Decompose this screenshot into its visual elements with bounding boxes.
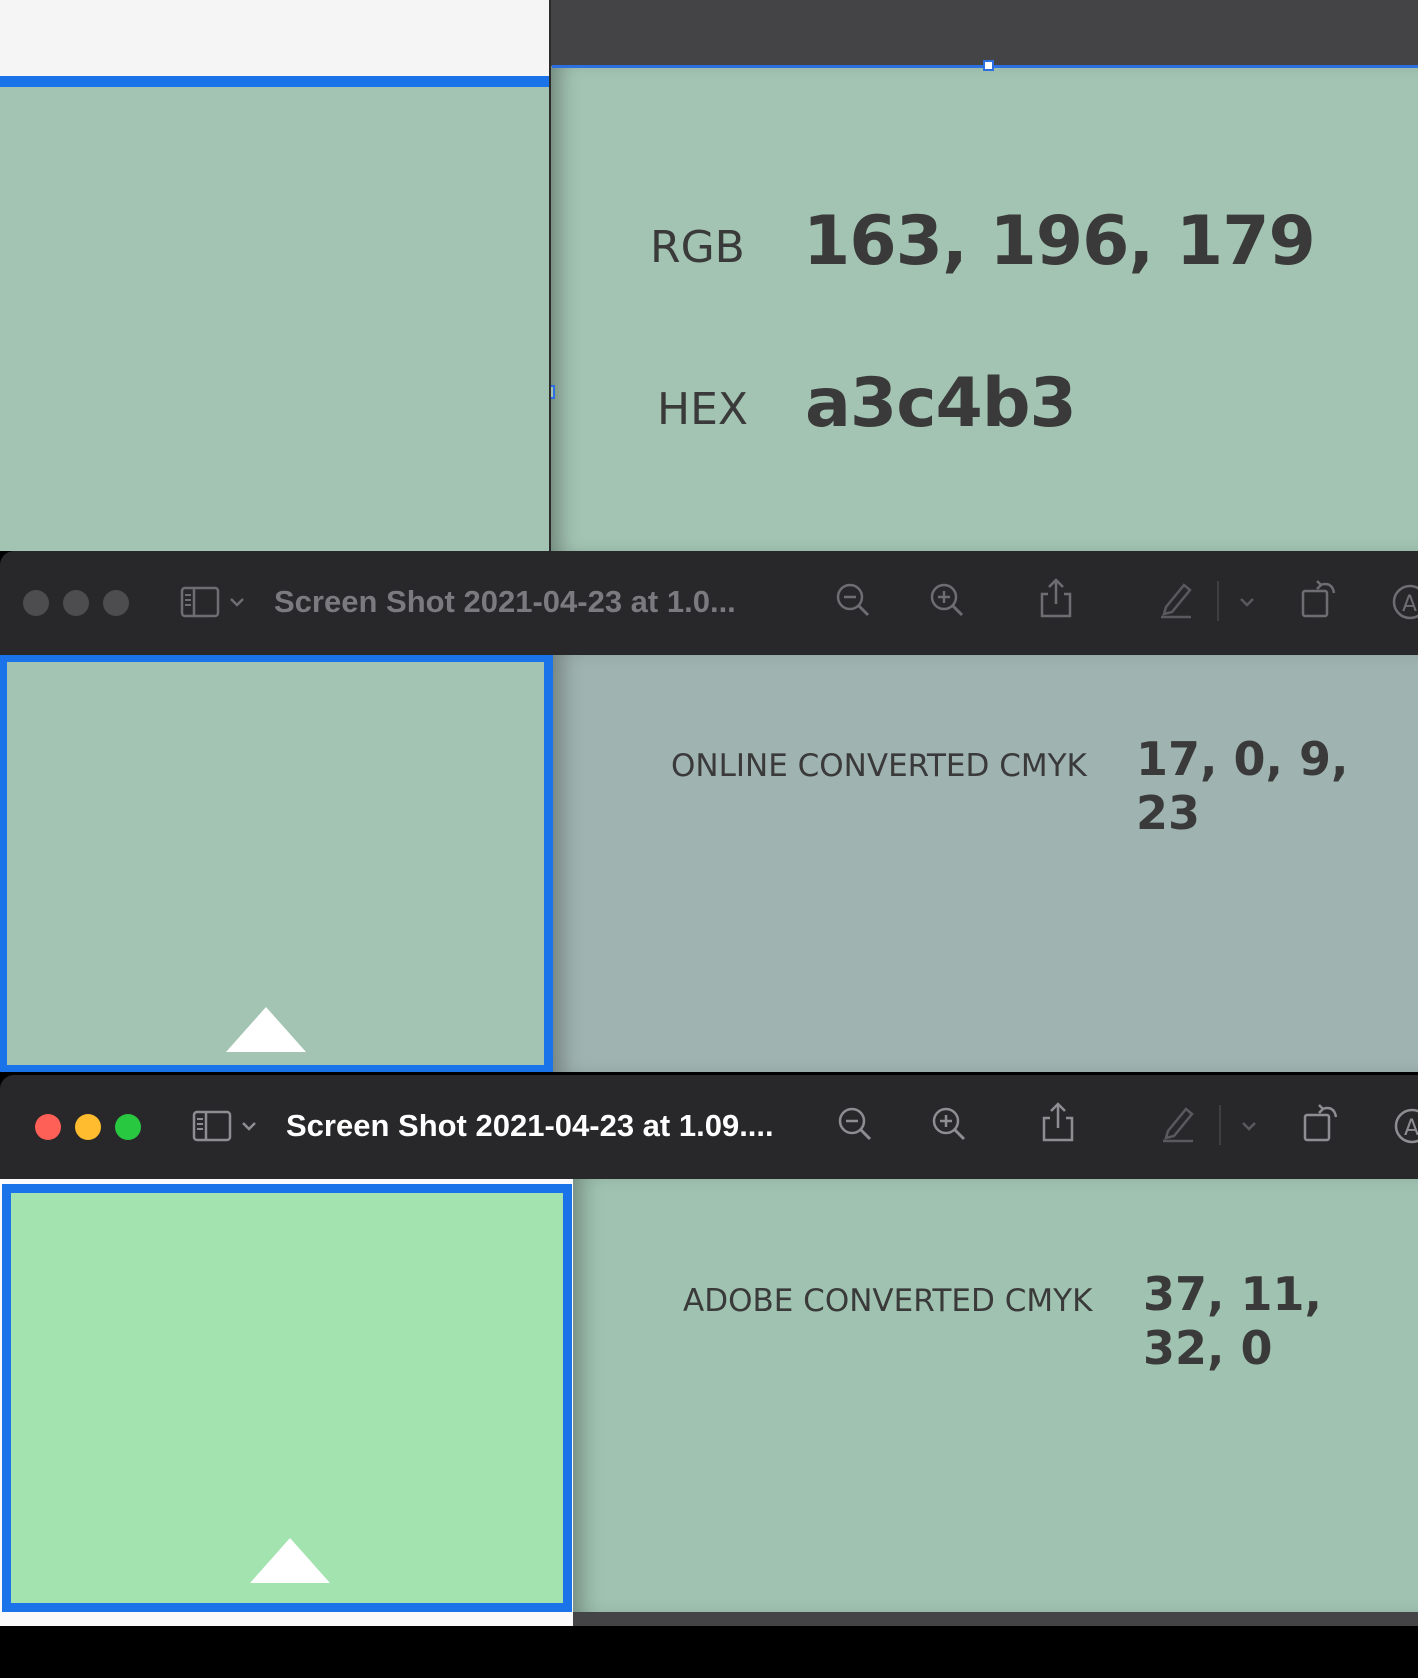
sidebar-icon[interactable] — [192, 1109, 232, 1143]
svg-text:A: A — [1404, 1116, 1418, 1141]
zoom-in-icon[interactable] — [928, 581, 966, 619]
markup-pen-icon[interactable] — [1158, 579, 1194, 619]
toolbar-separator — [1219, 1105, 1221, 1145]
adobe-cmyk-label: ADOBE CONVERTED CMYK — [683, 1283, 1093, 1319]
close-button[interactable] — [23, 590, 49, 616]
rotate-icon[interactable] — [1302, 1101, 1342, 1143]
annotate-icon[interactable]: A — [1390, 583, 1418, 621]
markup-pen-icon[interactable] — [1160, 1103, 1196, 1143]
sidebar-icon[interactable] — [180, 585, 220, 619]
zoom-out-icon[interactable] — [834, 581, 872, 619]
top-window-left-header — [0, 0, 550, 76]
window-title: Screen Shot 2021-04-23 at 1.0... — [274, 584, 736, 619]
bottom-window-toolbar: Screen Shot 2021-04-23 at 1.09.... A — [0, 1075, 1418, 1179]
minimize-button[interactable] — [63, 590, 89, 616]
middle-window-info-panel — [553, 655, 1418, 1072]
hex-label: HEX — [657, 384, 749, 435]
rgb-label: RGB — [650, 222, 745, 273]
svg-text:A: A — [1402, 592, 1417, 617]
selection-resize-handle[interactable] — [983, 60, 994, 71]
adobe-cmyk-value: 37, 11, 32, 0 — [1143, 1267, 1322, 1375]
zoom-button[interactable] — [103, 590, 129, 616]
top-window-info-panel — [550, 66, 1418, 551]
top-window-right-header — [550, 0, 1418, 66]
chevron-down-icon[interactable] — [240, 1119, 258, 1133]
selection-triangle-marker — [250, 1538, 330, 1583]
bottom-window-color-swatch — [2, 1184, 572, 1612]
selection-triangle-marker — [226, 1007, 306, 1052]
zoom-in-icon[interactable] — [930, 1105, 968, 1143]
online-cmyk-label: ONLINE CONVERTED CMYK — [671, 748, 1087, 784]
chevron-down-icon[interactable] — [228, 595, 246, 609]
middle-window-color-swatch — [0, 655, 553, 1072]
rotate-icon[interactable] — [1300, 577, 1340, 619]
close-button[interactable] — [35, 1114, 61, 1140]
rgb-value: 163, 196, 179 — [803, 202, 1316, 281]
bottom-window-footer — [573, 1612, 1418, 1626]
bottom-window-info-panel — [573, 1179, 1418, 1612]
hex-value: a3c4b3 — [805, 364, 1077, 443]
zoom-out-icon[interactable] — [836, 1105, 874, 1143]
middle-window-toolbar: Screen Shot 2021-04-23 at 1.0... A — [0, 551, 1418, 655]
top-window-divider — [549, 0, 551, 551]
share-icon[interactable] — [1041, 1101, 1075, 1143]
zoom-button[interactable] — [115, 1114, 141, 1140]
chevron-down-icon[interactable] — [1238, 595, 1256, 609]
toolbar-separator — [1217, 581, 1219, 621]
top-window-selection-bar — [0, 76, 550, 87]
top-window-color-swatch — [0, 87, 550, 551]
share-icon[interactable] — [1039, 577, 1073, 619]
window-title: Screen Shot 2021-04-23 at 1.09.... — [286, 1108, 774, 1143]
online-cmyk-value: 17, 0, 9, 23 — [1136, 732, 1349, 840]
annotate-icon[interactable]: A — [1392, 1107, 1418, 1145]
minimize-button[interactable] — [75, 1114, 101, 1140]
chevron-down-icon[interactable] — [1240, 1119, 1258, 1133]
